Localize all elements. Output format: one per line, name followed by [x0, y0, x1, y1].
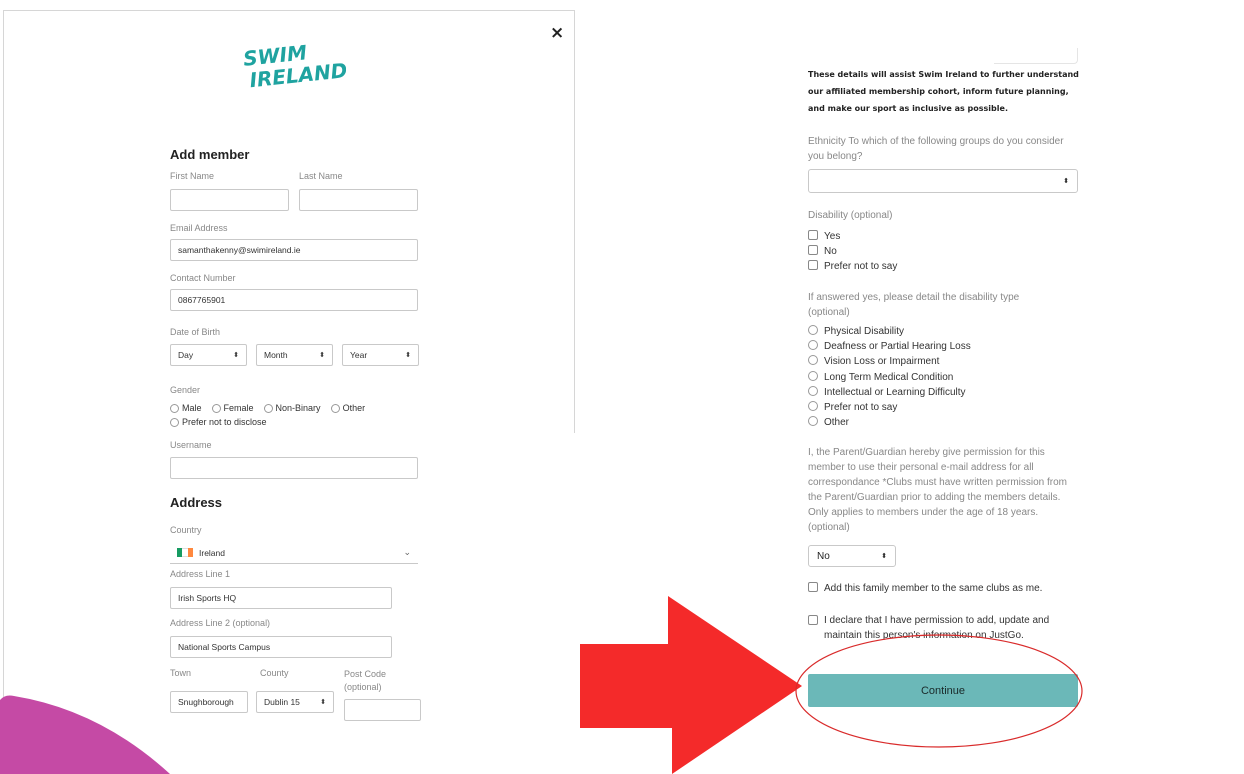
disability-type-radio[interactable]: Prefer not to say	[808, 400, 971, 415]
postcode-input[interactable]	[344, 699, 421, 721]
username-input[interactable]	[170, 457, 418, 479]
disability-type-radio[interactable]: Other	[808, 415, 971, 430]
gender-other-radio[interactable]: Other	[330, 403, 365, 413]
close-icon[interactable]: ×	[550, 23, 564, 43]
first-name-input[interactable]	[170, 189, 289, 211]
form-title: Add member	[170, 147, 250, 162]
select-arrow-icon: ⬍	[405, 352, 411, 359]
select-arrow-icon: ⬍	[233, 352, 239, 359]
address1-label: Address Line 1	[170, 569, 231, 579]
county-label: County	[260, 668, 289, 678]
disability-type-radio[interactable]: Long Term Medical Condition	[808, 370, 971, 385]
permission-select[interactable]: No ⬍	[808, 545, 896, 567]
contact-input[interactable]: 0867765901	[170, 289, 418, 311]
disability-type-radio[interactable]: Intellectual or Learning Difficulty	[808, 385, 971, 400]
disability-prefer-not-checkbox[interactable]: Prefer not to say	[808, 259, 897, 274]
disability-type-radio[interactable]: Vision Loss or Impairment	[808, 354, 971, 369]
highlight-circle	[795, 634, 1083, 748]
town-label: Town	[170, 668, 192, 678]
dob-year-select[interactable]: Year ⬍	[342, 344, 419, 366]
last-name-label: Last Name	[299, 171, 343, 181]
disability-type-radio[interactable]: Physical Disability	[808, 324, 971, 339]
decorative-pink-shape	[0, 695, 170, 774]
town-input[interactable]: Snughborough	[170, 691, 248, 713]
gender-female-radio[interactable]: Female	[211, 403, 254, 413]
address2-label: Address Line 2 (optional)	[170, 618, 271, 628]
last-name-input[interactable]	[299, 189, 418, 211]
gender-label: Gender	[170, 385, 201, 395]
address1-input[interactable]: Irish Sports HQ	[170, 587, 392, 609]
address-title: Address	[170, 495, 223, 510]
select-arrow-icon: ⬍	[881, 553, 887, 560]
disability-type-options: Physical Disability Deafness or Partial …	[808, 324, 971, 430]
ethnicity-label: Ethnicity To which of the following grou…	[808, 136, 1064, 162]
disability-no-checkbox[interactable]: No	[808, 244, 897, 259]
email-label: Email Address	[170, 223, 228, 233]
first-name-label: First Name	[170, 171, 215, 181]
address2-input[interactable]: National Sports Campus	[170, 636, 392, 658]
red-arrow-icon	[580, 596, 802, 774]
gender-nonbinary-radio[interactable]: Non-Binary	[263, 403, 321, 413]
select-arrow-icon: ⬍	[319, 352, 325, 359]
intro-text: These details will assist Swim Ireland t…	[808, 70, 1079, 113]
dob-month-select[interactable]: Month ⬍	[256, 344, 333, 366]
chevron-down-icon: ⌄	[403, 547, 411, 557]
disability-label: Disability (optional)	[808, 210, 893, 221]
contact-label: Contact Number	[170, 273, 236, 283]
country-select[interactable]: Ireland ⌄	[170, 542, 418, 564]
member-details-panel: These details will assist Swim Ireland t…	[795, 40, 1088, 774]
disability-type-label: If answered yes, please detail the disab…	[808, 292, 1020, 318]
ethnicity-select[interactable]: ⬍	[808, 169, 1078, 193]
postcode-label: Post Code (optional)	[344, 669, 387, 692]
permission-text: I, the Parent/Guardian hereby give permi…	[808, 447, 1067, 533]
disability-yes-checkbox[interactable]: Yes	[808, 229, 897, 244]
same-clubs-checkbox[interactable]: Add this family member to the same clubs…	[808, 581, 1042, 596]
gender-options-row-2: Prefer not to disclose	[170, 417, 267, 427]
gender-prefer-not-radio[interactable]: Prefer not to disclose	[170, 417, 267, 427]
disability-type-radio[interactable]: Deafness or Partial Hearing Loss	[808, 339, 971, 354]
county-select[interactable]: Dublin 15 ⬍	[256, 691, 334, 713]
select-arrow-icon: ⬍	[320, 699, 326, 706]
dob-day-select[interactable]: Day ⬍	[170, 344, 247, 366]
disability-options: Yes No Prefer not to say	[808, 229, 897, 275]
username-label: Username	[170, 440, 212, 450]
ireland-flag-icon	[177, 548, 193, 557]
gender-male-radio[interactable]: Male	[170, 403, 202, 413]
country-label: Country	[170, 525, 202, 535]
gender-options: Male Female Non-Binary Other	[170, 403, 365, 413]
dob-label: Date of Birth	[170, 327, 221, 337]
add-member-modal: × SWIM IRELAND Add member First Name Las…	[3, 10, 575, 774]
swim-ireland-logo: SWIM IRELAND	[242, 40, 346, 91]
select-arrow-icon: ⬍	[1063, 178, 1069, 185]
email-input[interactable]: samanthakenny@swimireland.ie	[170, 239, 418, 261]
